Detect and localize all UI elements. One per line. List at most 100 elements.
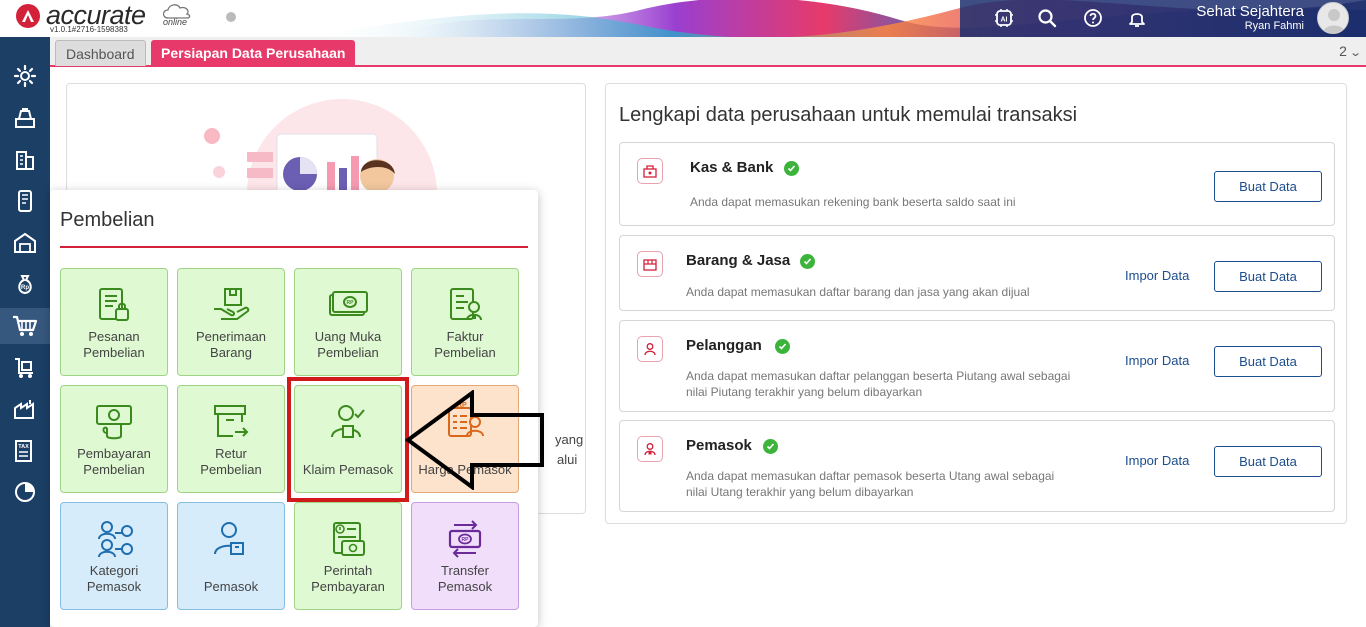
impor-data-link[interactable]: Impor Data: [1125, 353, 1189, 368]
ai-icon[interactable]: AI: [993, 7, 1015, 29]
buat-data-button[interactable]: Buat Data: [1214, 171, 1322, 202]
supplier-category-icon: [93, 517, 135, 561]
tile-pesanan-pembelian[interactable]: Pesanan Pembelian: [60, 268, 168, 376]
menu-divider: [60, 246, 528, 248]
payment-icon: [93, 400, 135, 444]
cash-register-icon[interactable]: [0, 100, 50, 136]
check-icon: [800, 254, 815, 269]
section-pemasok: Pemasok Anda dapat memasukan daftar pema…: [619, 420, 1335, 512]
bell-icon[interactable]: [1126, 7, 1148, 29]
tile-kategori-pemasok[interactable]: Kategori Pemasok: [60, 502, 168, 610]
invoice-icon: [445, 283, 485, 327]
tile-label: Pemasok: [203, 579, 259, 594]
supplier-icon: [637, 436, 663, 462]
tile-uang-muka-pembelian[interactable]: RP Uang Muka Pembelian: [294, 268, 402, 376]
help-icon[interactable]: [1082, 7, 1104, 29]
settings-icon[interactable]: [0, 58, 50, 94]
welcome-text-fragment-1: yang: [555, 432, 584, 447]
app-version: v1.0.1#2716-1598383: [50, 25, 128, 34]
box-icon: [637, 251, 663, 277]
impor-data-link[interactable]: Impor Data: [1125, 268, 1189, 283]
buat-data-button[interactable]: Buat Data: [1214, 346, 1322, 377]
section-title: Pelanggan: [686, 337, 762, 354]
welcome-text-fragment-2: alui: [557, 452, 578, 467]
tab-counter-value: 2: [1339, 43, 1347, 59]
tile-label: Retur Pembelian: [200, 446, 262, 477]
chart-icon[interactable]: [0, 474, 50, 510]
impor-data-link[interactable]: Impor Data: [1125, 453, 1189, 468]
tab-persiapan-data-perusahaan[interactable]: Persiapan Data Perusahaan: [151, 40, 356, 66]
accurate-logo-icon: [16, 4, 40, 28]
tile-retur-pembelian[interactable]: Retur Pembelian: [177, 385, 285, 493]
buat-data-button[interactable]: Buat Data: [1214, 446, 1322, 477]
cart-icon[interactable]: [0, 308, 50, 344]
section-title: Kas & Bank: [690, 159, 774, 176]
chevron-down-icon: ⌄: [1348, 47, 1362, 59]
app-logo-sub: online: [163, 17, 188, 27]
setup-title: Lengkapi data perusahaan untuk memulai t…: [619, 104, 1078, 126]
top-bar: accurate online v1.0.1#2716-1598383 AI S…: [0, 0, 1366, 37]
tab-counter[interactable]: 2 ⌄: [1339, 43, 1362, 59]
tile-pemasok[interactable]: Pemasok: [177, 502, 285, 610]
section-barang-jasa: Barang & Jasa Anda dapat memasukan dafta…: [619, 235, 1335, 311]
mobile-icon[interactable]: [0, 183, 50, 219]
tile-pembayaran-pembelian[interactable]: Pembayaran Pembelian: [60, 385, 168, 493]
tile-label: Pesanan Pembelian: [83, 329, 145, 360]
customer-icon: [637, 336, 663, 362]
tile-faktur-pembelian[interactable]: Faktur Pembelian: [411, 268, 519, 376]
tab-dashboard[interactable]: Dashboard: [55, 40, 146, 66]
supplier-icon: [211, 517, 251, 561]
factory-icon[interactable]: [0, 391, 50, 427]
tile-label: Uang Muka Pembelian: [314, 329, 382, 360]
highlight-box: [287, 377, 409, 502]
setup-card: Lengkapi data perusahaan untuk memulai t…: [605, 83, 1347, 524]
tile-label: Faktur Pembelian: [434, 329, 496, 360]
cash-advance-icon: RP: [327, 283, 369, 327]
supplier-transfer-icon: RP: [444, 517, 486, 561]
section-kas-bank: Kas & Bank Anda dapat memasukan rekening…: [619, 142, 1335, 226]
return-box-icon: [211, 400, 251, 444]
tile-label: Pembayaran Pembelian: [77, 446, 151, 477]
avatar[interactable]: [1317, 2, 1349, 34]
tab-bar: Dashboard Persiapan Data Perusahaan 2 ⌄: [50, 37, 1366, 67]
cash-bank-icon: [637, 158, 663, 184]
check-icon: [784, 161, 799, 176]
section-description: Anda dapat memasukan daftar barang dan j…: [686, 285, 1030, 299]
section-description: Anda dapat memasukan daftar pelanggan be…: [686, 369, 1071, 399]
tile-label: Perintah Pembayaran: [311, 563, 385, 594]
section-pelanggan: Pelanggan Anda dapat memasukan daftar pe…: [619, 320, 1335, 412]
section-title: Pemasok: [686, 437, 752, 454]
search-icon[interactable]: [1036, 7, 1058, 29]
buat-data-button[interactable]: Buat Data: [1214, 261, 1322, 292]
svg-text:AI: AI: [1001, 17, 1008, 24]
building-icon[interactable]: [0, 142, 50, 178]
svg-text:RP: RP: [462, 537, 470, 543]
tax-icon[interactable]: TAX: [0, 433, 50, 469]
section-description: Anda dapat memasukan daftar pemasok bese…: [686, 469, 1055, 499]
svg-text:TAX: TAX: [18, 444, 29, 450]
receive-goods-icon: [211, 283, 251, 327]
company-name[interactable]: Sehat Sejahtera: [1196, 3, 1304, 20]
section-description: Anda dapat memasukan rekening bank beser…: [690, 195, 1016, 209]
tile-perintah-pembayaran[interactable]: Perintah Pembayaran: [294, 502, 402, 610]
svg-text:Rp: Rp: [21, 285, 29, 291]
purchase-order-icon: [94, 283, 134, 327]
header-wave-decoration: [300, 0, 1366, 37]
check-icon: [763, 439, 778, 454]
money-bag-icon[interactable]: Rp: [0, 266, 50, 302]
pointer-arrow-icon: [405, 390, 544, 490]
warehouse-icon[interactable]: [0, 225, 50, 261]
svg-text:RP: RP: [347, 300, 355, 306]
tile-transfer-pemasok[interactable]: RP Transfer Pemasok: [411, 502, 519, 610]
user-name: Ryan Fahmi: [1244, 20, 1304, 32]
inventory-icon[interactable]: [0, 350, 50, 386]
check-icon: [775, 339, 790, 354]
sidebar: Rp TAX: [0, 37, 50, 627]
tile-penerimaan-barang[interactable]: Penerimaan Barang: [177, 268, 285, 376]
menu-title: Pembelian: [60, 209, 155, 231]
tile-label: Transfer Pemasok: [437, 563, 493, 594]
status-dot: [226, 12, 236, 22]
section-title: Barang & Jasa: [686, 252, 791, 269]
tile-label: Kategori Pemasok: [86, 563, 142, 594]
tile-label: Penerimaan Barang: [195, 329, 267, 360]
